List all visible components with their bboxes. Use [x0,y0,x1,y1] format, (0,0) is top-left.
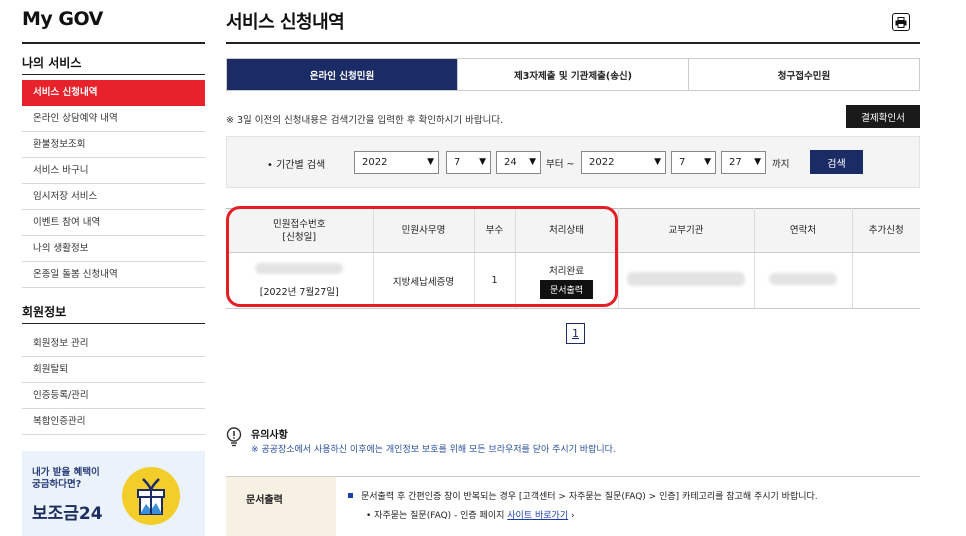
from-year-value: 2022 [362,157,388,168]
col-additional-request: 추가신청 [852,208,920,253]
my-services-heading: 나의 서비스 [22,56,82,70]
to-year-value: 2022 [589,157,615,168]
divider [22,42,205,44]
banner-title: 보조금24 [32,504,103,524]
period-search-panel: • 기간별 검색 2022 ▼ 7 ▼ 24 ▼ 부터 ~ 2022 ▼ 7 ▼ 27 ▼ … [226,136,920,188]
info-line1-text: 문서출력 후 간편인증 창이 반복되는 경우 [고객센터 > 자주묻는 질문(F… [361,492,818,502]
to-month-select[interactable]: 7 ▼ [671,151,716,174]
cell-issuing-agency [618,252,755,309]
sidebar-item-life-info[interactable]: 나의 생활정보 [22,236,205,262]
print-info-box: 문서출력 문서출력 후 간편인증 창이 반복되는 경우 [고객센터 > 자주묻는… [226,476,920,536]
member-info-heading: 회원정보 [22,305,67,319]
table-header-row: 민원접수번호 [신청일] 민원사무명 부수 처리상태 교부기관 연락처 추가신청 [226,208,920,253]
to-suffix: 까지 [772,159,790,170]
tab-online-applications[interactable]: 온라인 신청민원 [227,59,458,90]
header-receipt-number: 민원접수번호 [신청일] [273,218,326,243]
cell-service-name[interactable]: 지방세납세증명 [373,252,475,309]
chevron-down-icon: ▼ [529,157,536,167]
cell-additional-request [852,252,920,309]
caution-bulb-icon [226,427,242,447]
divider [22,323,205,324]
print-document-button[interactable]: 문서출력 [539,279,594,299]
sidebar-item-online-consult[interactable]: 온라인 상담예약 내역 [22,106,205,132]
caution-title: 유의사항 [251,430,288,441]
sidebar: My GOV 나의 서비스 서비스 신청내역 온라인 상담예약 내역 환불정보조… [0,0,205,536]
sidebar-item-event-history[interactable]: 이벤트 참여 내역 [22,210,205,236]
from-year-select[interactable]: 2022 ▼ [354,151,439,174]
sidebar-item-member-manage[interactable]: 회원정보 관리 [22,331,205,357]
chevron-down-icon: ▼ [427,157,434,167]
gift-box-illustration [122,467,180,525]
col-issuing-agency: 교부기관 [618,208,755,253]
gift-box-icon [137,478,165,515]
sidebar-item-service-basket[interactable]: 서비스 바구니 [22,158,205,184]
banner-line2: 궁금하다면? [32,479,82,490]
cell-receipt-number: [2022년 7월27일] [226,252,374,309]
status-text: 처리완료 [549,265,584,277]
from-day-value: 24 [504,157,517,168]
subsidy-banner[interactable]: 내가 받을 혜택이 궁금하다면? 보조금24 [22,451,205,536]
to-day-value: 27 [729,157,742,168]
info-line2-text: • 자주묻는 질문(FAQ) - 인증 페이지 [366,511,505,521]
sidebar-item-multi-auth[interactable]: 복합인증관리 [22,409,205,435]
col-contact: 연락처 [754,208,853,253]
my-services-menu: 서비스 신청내역 온라인 상담예약 내역 환불정보조회 서비스 바구니 임시저장… [22,80,205,288]
search-label: • 기간별 검색 [267,160,326,171]
banner-text: 내가 받을 혜택이 궁금하다면? [32,467,122,491]
chevron-down-icon: ▼ [479,157,486,167]
applications-table: 민원접수번호 [신청일] 민원사무명 부수 처리상태 교부기관 연락처 추가신청… [226,208,920,309]
to-day-select[interactable]: 27 ▼ [721,151,766,174]
cell-contact [754,252,853,309]
page-title: 서비스 신청내역 [226,12,345,33]
bullet-square-icon [348,493,353,498]
from-month-select[interactable]: 7 ▼ [446,151,491,174]
receipt-date: [2022년 7월27일] [259,287,339,298]
tab-claim-applications[interactable]: 청구접수민원 [689,59,919,90]
divider [226,42,920,44]
application-tabs: 온라인 신청민원 제3자제출 및 기관제출(송신) 청구접수민원 [226,58,920,91]
sidebar-item-refund-info[interactable]: 환불정보조회 [22,132,205,158]
chevron-down-icon: ▼ [654,157,661,167]
col-copies: 부수 [474,208,516,253]
brand-title[interactable]: My GOV [22,8,103,30]
payment-receipt-button[interactable]: 결제확인서 [846,105,920,128]
to-month-value: 7 [679,157,686,168]
sidebar-item-withdraw[interactable]: 회원탈퇴 [22,357,205,383]
chevron-right-icon: › [570,511,575,521]
main-content: 서비스 신청내역 온라인 신청민원 제3자제출 및 기관제출(송신) 청구접수민… [226,0,920,536]
chevron-down-icon: ▼ [704,157,711,167]
redacted-agency [627,272,745,286]
col-status: 처리상태 [515,208,619,253]
chevron-down-icon: ▼ [754,157,761,167]
table-row: [2022년 7월27일] 지방세납세증명 1 처리완료 문서출력 [226,252,920,309]
sidebar-item-care-applications[interactable]: 온종일 돌봄 신청내역 [22,262,205,288]
sidebar-item-auth-register[interactable]: 인증등록/관리 [22,383,205,409]
from-suffix: 부터 ~ [546,159,575,170]
col-receipt-number: 민원접수번호 [신청일] [226,208,374,253]
faq-site-link[interactable]: 사이트 바로가기 [507,511,568,521]
cell-status: 처리완료 문서출력 [515,252,619,309]
print-button[interactable] [892,13,910,31]
info-line2: • 자주묻는 질문(FAQ) - 인증 페이지 사이트 바로가기 › [366,508,575,521]
redacted-receipt-number [255,263,344,274]
col-service-name: 민원사무명 [373,208,475,253]
sidebar-item-service-applications[interactable]: 서비스 신청내역 [22,80,205,106]
member-menu: 회원정보 관리 회원탈퇴 인증등록/관리 복합인증관리 [22,331,205,435]
info-label: 문서출력 [226,477,336,536]
sidebar-item-temp-saved[interactable]: 임시저장 서비스 [22,184,205,210]
redacted-contact [769,273,837,285]
from-day-select[interactable]: 24 ▼ [496,151,541,174]
from-month-value: 7 [454,157,461,168]
period-notice: ※ 3일 이전의 신청내용은 검색기간을 입력한 후 확인하시기 바랍니다. [226,115,504,126]
search-button[interactable]: 검색 [810,150,863,174]
to-year-select[interactable]: 2022 ▼ [581,151,666,174]
tab-third-party-submission[interactable]: 제3자제출 및 기관제출(송신) [458,59,689,90]
printer-icon [895,16,907,28]
banner-line1: 내가 받을 혜택이 [32,467,100,478]
page-1-button[interactable]: 1 [566,323,585,344]
caution-text: ※ 공공장소에서 사용하신 이후에는 개인정보 보호를 위해 모든 브라우저를 … [251,445,616,455]
cell-copies: 1 [474,252,516,309]
divider [22,74,205,75]
info-line1: 문서출력 후 간편인증 창이 반복되는 경우 [고객센터 > 자주묻는 질문(F… [348,489,818,502]
